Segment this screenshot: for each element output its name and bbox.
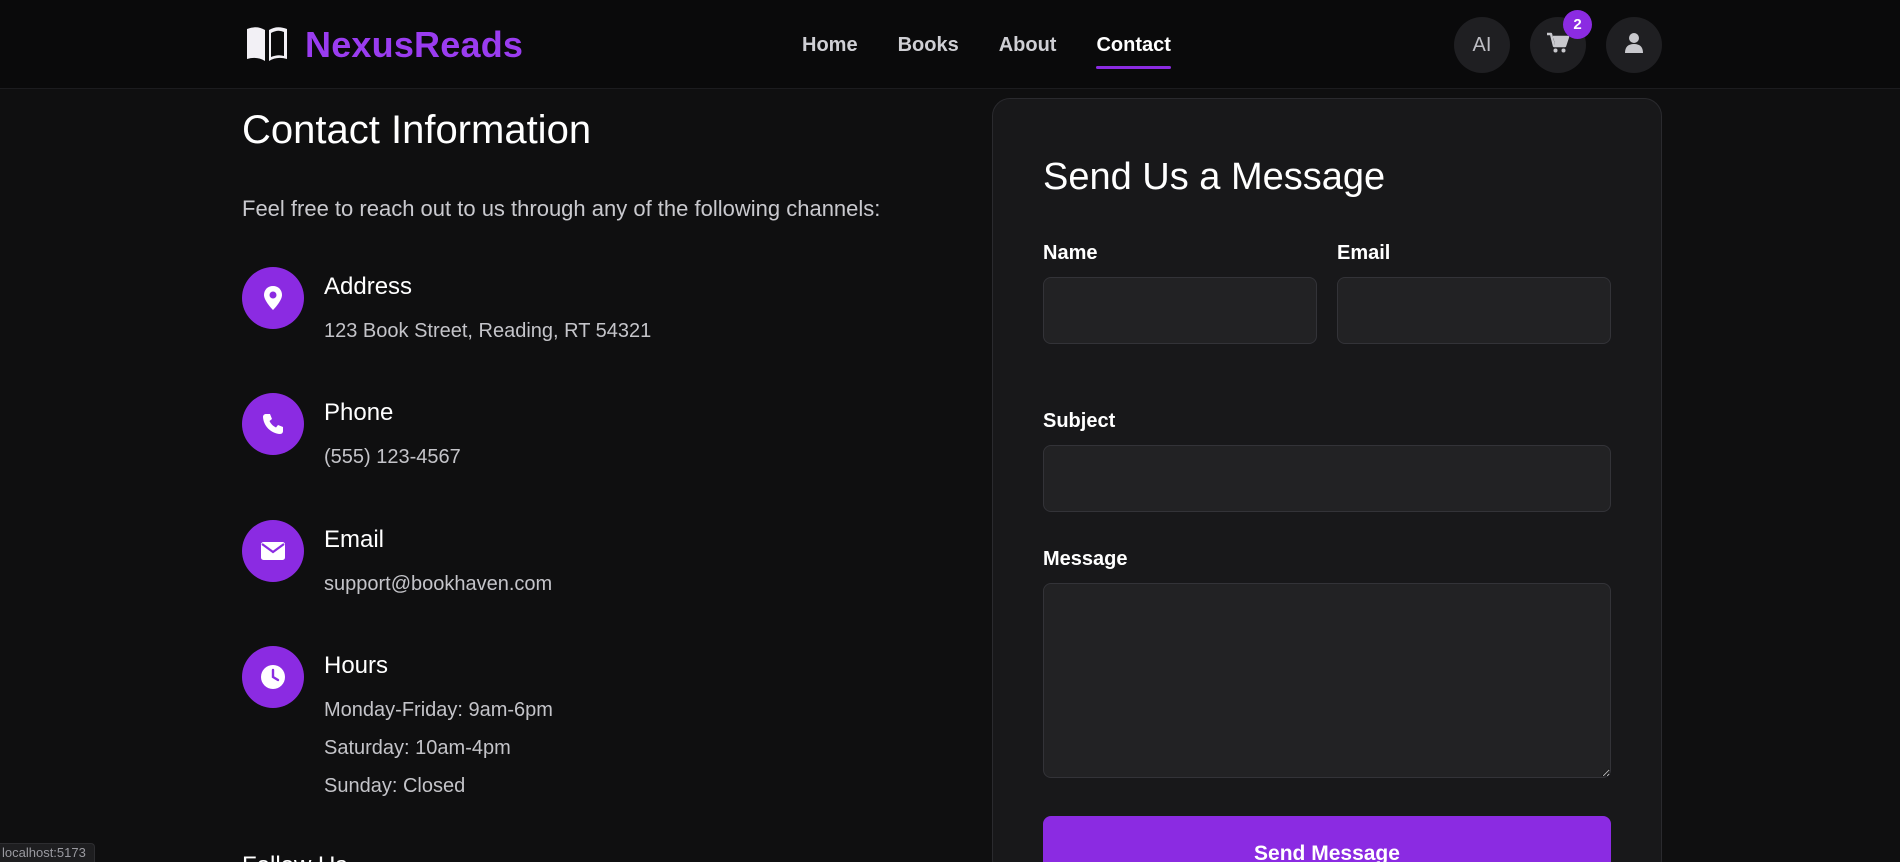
main-nav: Home Books About Contact bbox=[802, 30, 1172, 70]
email-label: Email bbox=[324, 526, 385, 553]
follow-us-title: Follow Us bbox=[242, 852, 347, 862]
top-navbar: NexusReads Home Books About Contact AI 2 bbox=[0, 0, 1900, 89]
subject-input[interactable] bbox=[1043, 445, 1611, 512]
email-field-label: Email bbox=[1337, 242, 1391, 264]
contact-info-title: Contact Information bbox=[242, 108, 592, 152]
nav-about[interactable]: About bbox=[999, 30, 1057, 70]
contact-intro-text: Feel free to reach out to us through any… bbox=[242, 196, 881, 221]
ai-assistant-button[interactable]: AI bbox=[1454, 17, 1510, 73]
hours-line: Monday-Friday: 9am-6pm bbox=[324, 699, 553, 721]
envelope-icon bbox=[242, 520, 304, 582]
nav-books[interactable]: Books bbox=[898, 30, 959, 70]
hours-line: Saturday: 10am-4pm bbox=[324, 737, 511, 759]
map-pin-icon bbox=[242, 267, 304, 329]
address-value: 123 Book Street, Reading, RT 54321 bbox=[324, 320, 652, 342]
send-message-button[interactable]: Send Message bbox=[1043, 816, 1611, 862]
message-textarea[interactable] bbox=[1043, 583, 1611, 778]
brand-name: NexusReads bbox=[305, 24, 524, 65]
phone-label: Phone bbox=[324, 399, 394, 426]
user-icon bbox=[1624, 32, 1644, 59]
name-label: Name bbox=[1043, 242, 1098, 264]
email-input[interactable] bbox=[1337, 277, 1611, 344]
cart-icon bbox=[1546, 32, 1570, 59]
nav-contact[interactable]: Contact bbox=[1096, 30, 1172, 70]
email-value[interactable]: support@bookhaven.com bbox=[324, 573, 552, 596]
nav-home[interactable]: Home bbox=[802, 30, 858, 70]
brand-logo[interactable]: NexusReads bbox=[245, 22, 523, 68]
address-label: Address bbox=[324, 273, 413, 300]
cart-count-badge: 2 bbox=[1563, 10, 1592, 39]
phone-value[interactable]: (555) 123-4567 bbox=[324, 446, 461, 469]
subject-label: Subject bbox=[1043, 410, 1116, 432]
message-label: Message bbox=[1043, 548, 1128, 570]
hours-label: Hours bbox=[324, 652, 389, 679]
clock-icon bbox=[242, 646, 304, 708]
hours-line: Sunday: Closed bbox=[324, 775, 466, 797]
book-icon bbox=[245, 23, 289, 68]
status-bar-url: localhost:5173 bbox=[0, 843, 95, 862]
user-account-button[interactable] bbox=[1606, 17, 1662, 73]
phone-icon bbox=[242, 393, 304, 455]
name-input[interactable] bbox=[1043, 277, 1317, 344]
form-title: Send Us a Message bbox=[1043, 156, 1386, 198]
